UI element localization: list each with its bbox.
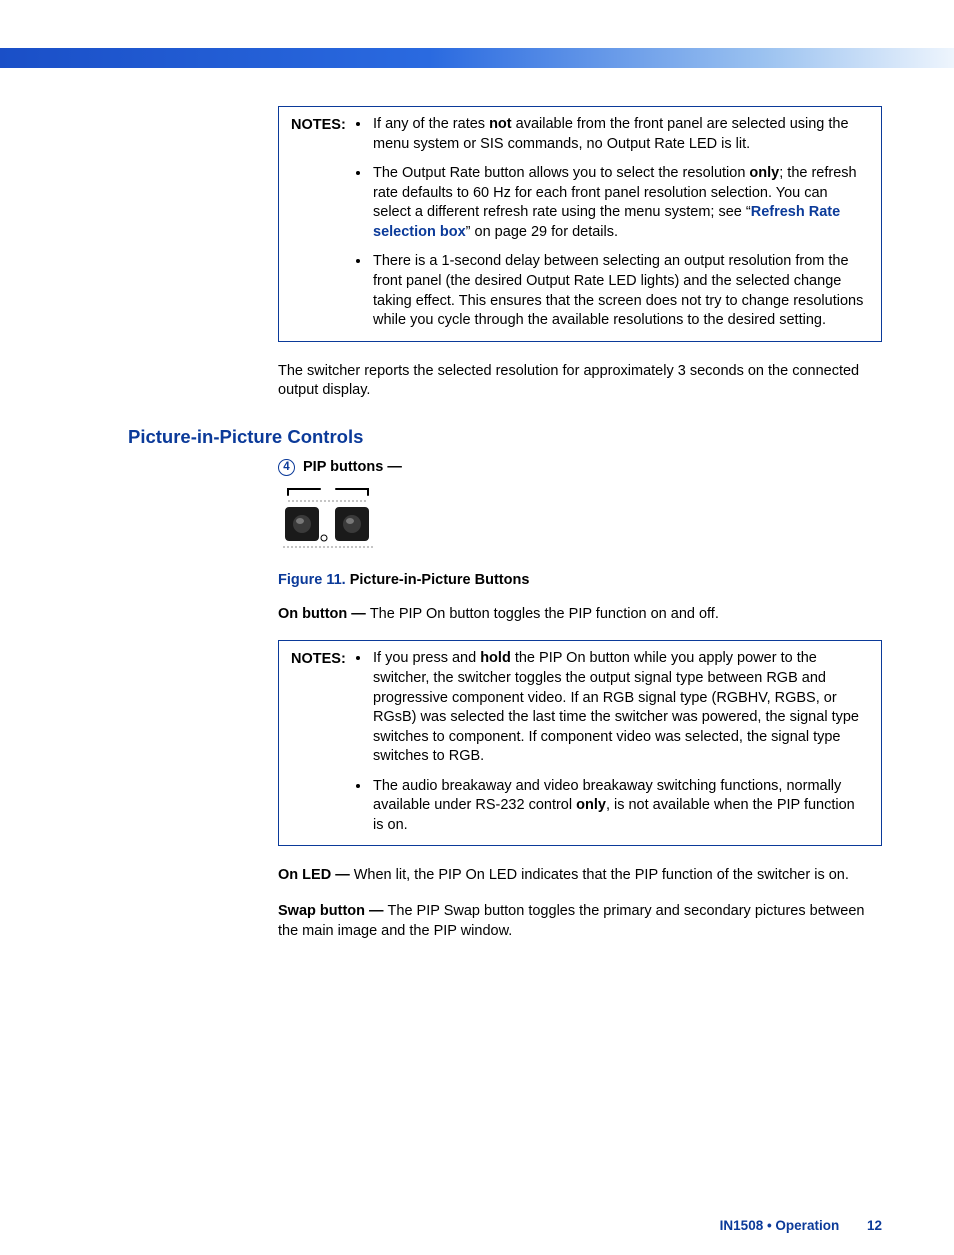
figure-caption: Figure 11. Picture-in-Picture Buttons bbox=[278, 571, 882, 591]
page-footer: IN1508 • Operation 12 bbox=[720, 1217, 882, 1235]
notes2-item-0: If you press and hold the PIP On button … bbox=[371, 649, 869, 766]
figure-number: Figure 11. bbox=[278, 572, 346, 588]
notes1-item-1: The Output Rate button allows you to sel… bbox=[371, 164, 869, 242]
notes-list-2: If you press and hold the PIP On button … bbox=[353, 649, 869, 837]
on-button-para: On button — The PIP On button toggles th… bbox=[278, 605, 882, 625]
swap-button-para: Swap button — The PIP Swap button toggle… bbox=[278, 902, 882, 941]
footer-page-number: 12 bbox=[867, 1217, 882, 1235]
callout-number-icon: 4 bbox=[278, 459, 295, 476]
pip-buttons-label: PIP buttons — bbox=[303, 458, 402, 478]
figure-title: Picture-in-Picture Buttons bbox=[346, 572, 530, 588]
section-heading: Picture-in-Picture Controls bbox=[128, 425, 882, 450]
notes-list-1: If any of the rates not available from t… bbox=[353, 115, 869, 333]
notes1-item-0: If any of the rates not available from t… bbox=[371, 115, 869, 154]
notes-label: NOTES: bbox=[291, 115, 353, 136]
notes1-item-2: There is a 1-second delay between select… bbox=[371, 252, 869, 330]
notes-box-2: NOTES: If you press and hold the PIP On … bbox=[278, 640, 882, 846]
on-led-para: On LED — When lit, the PIP On LED indica… bbox=[278, 866, 882, 886]
notes2-item-1: The audio breakaway and video breakaway … bbox=[371, 777, 869, 836]
footer-doc: IN1508 • Operation bbox=[720, 1218, 840, 1233]
page-body: NOTES: If any of the rates not available… bbox=[0, 68, 954, 1255]
notes-label-2: NOTES: bbox=[291, 649, 353, 670]
pip-figure bbox=[278, 485, 882, 563]
notes-box-1: NOTES: If any of the rates not available… bbox=[278, 106, 882, 342]
callout-row: 4 PIP buttons — bbox=[278, 458, 882, 478]
top-accent-bar bbox=[0, 48, 954, 68]
after-notes-para: The switcher reports the selected resolu… bbox=[278, 362, 882, 401]
